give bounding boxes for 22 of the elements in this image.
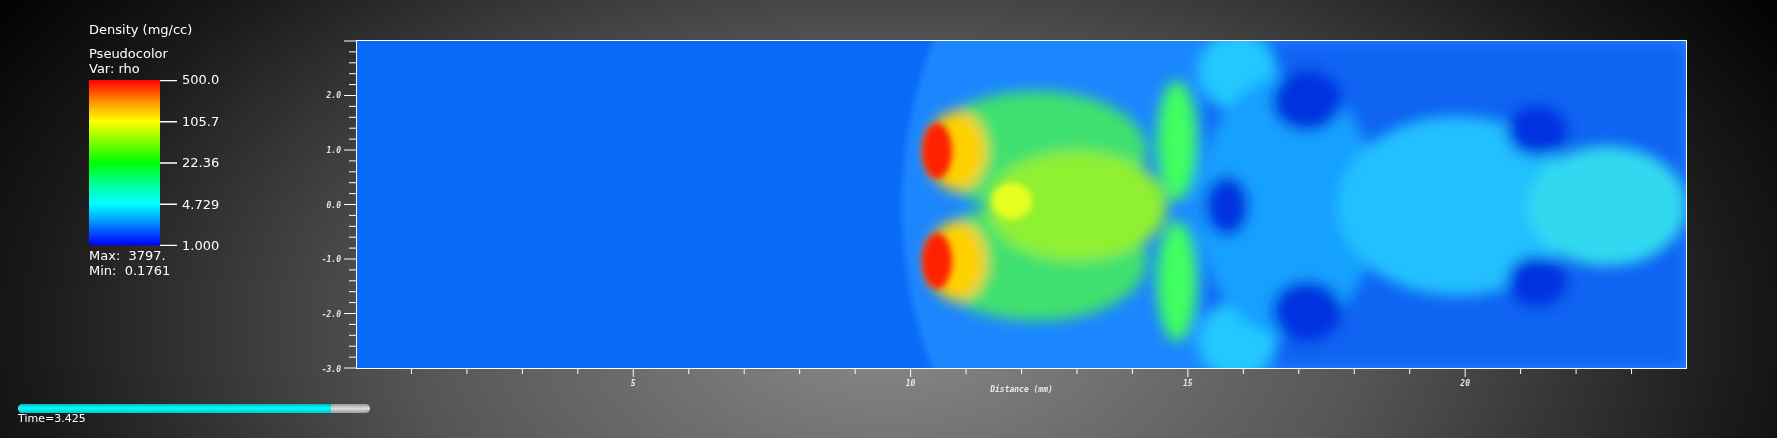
x-axis-label: 10: [905, 379, 916, 388]
color-bar-label: 1.000: [182, 239, 220, 253]
y-axis-label: 1.0: [326, 145, 341, 155]
y-axis-label: 0.0: [326, 200, 341, 209]
plot-type-label: Pseudocolor: [89, 46, 169, 61]
y-axis-label: -2.0: [321, 309, 341, 319]
x-axis-label: 15: [1183, 379, 1193, 388]
color-bar-label: 22.36: [182, 156, 220, 170]
variable-label: Var: rho: [89, 61, 141, 76]
min-value: Min: 0.1761: [89, 263, 172, 278]
x-axis-label: 5: [630, 379, 636, 388]
time-label: Time=3.425: [18, 413, 87, 425]
y-axis-label: 2.0: [326, 90, 341, 100]
legend-title: Density (mg/cc): [89, 22, 194, 38]
color-bar-label: 4.729: [182, 197, 220, 212]
y-axis-label: -3.0: [321, 364, 341, 374]
max-value: Max: 3797.: [89, 248, 167, 263]
x-axis-label: 20: [1460, 379, 1470, 388]
color-bar-label: 105.7: [182, 114, 220, 129]
x-axis-title: Distance (mm): [990, 385, 1053, 394]
color-bar-label: 500.0: [182, 73, 220, 87]
y-axis-label: -1.0: [321, 254, 341, 264]
